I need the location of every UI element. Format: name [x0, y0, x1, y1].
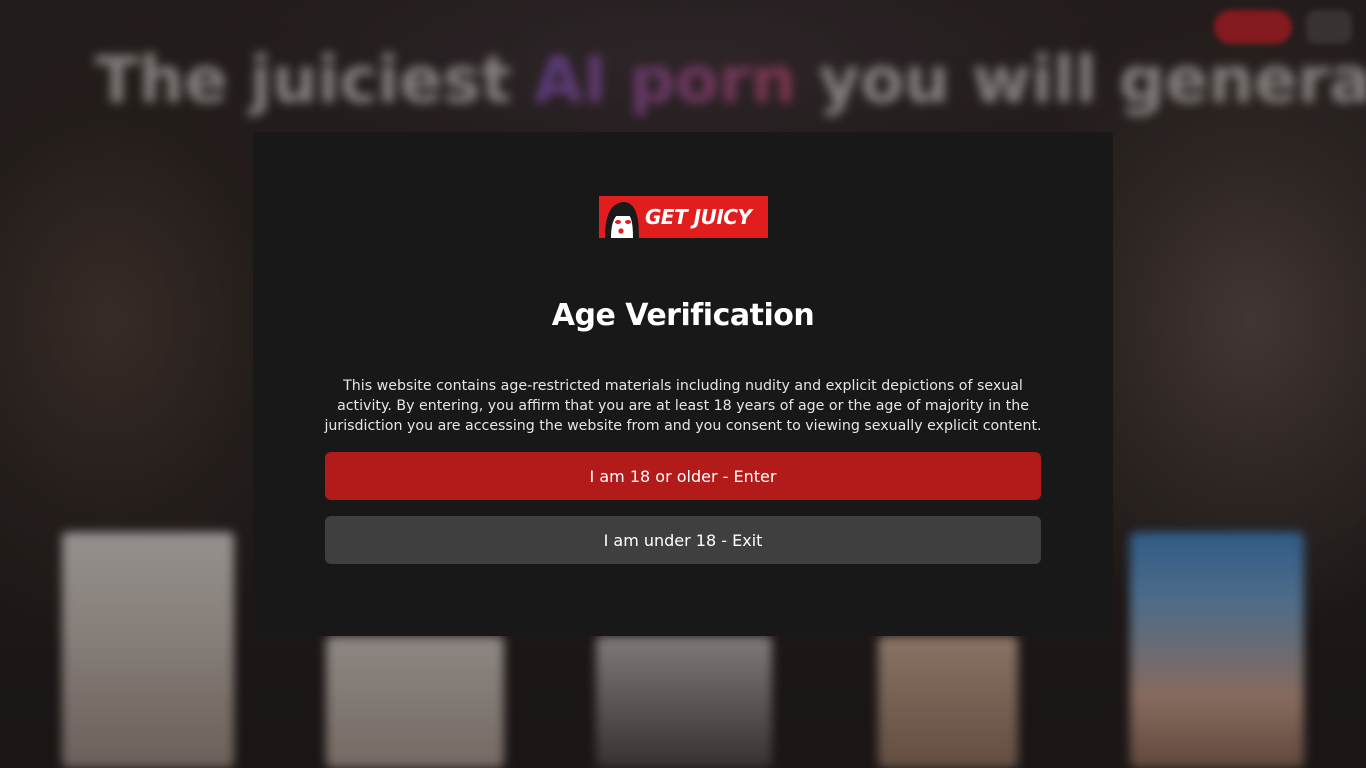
logo-wordmark: GET JUICY	[645, 205, 752, 229]
anime-girl-logo-icon	[599, 196, 643, 238]
age-verification-dialog: GET JUICY Age Verification This website …	[253, 132, 1113, 636]
dialog-description: This website contains age-restricted mat…	[324, 378, 1042, 434]
site-logo: GET JUICY	[599, 196, 768, 238]
exit-button[interactable]: I am under 18 - Exit	[325, 516, 1041, 564]
dialog-title: Age Verification	[551, 298, 815, 333]
enter-button[interactable]: I am 18 or older - Enter	[325, 452, 1041, 500]
